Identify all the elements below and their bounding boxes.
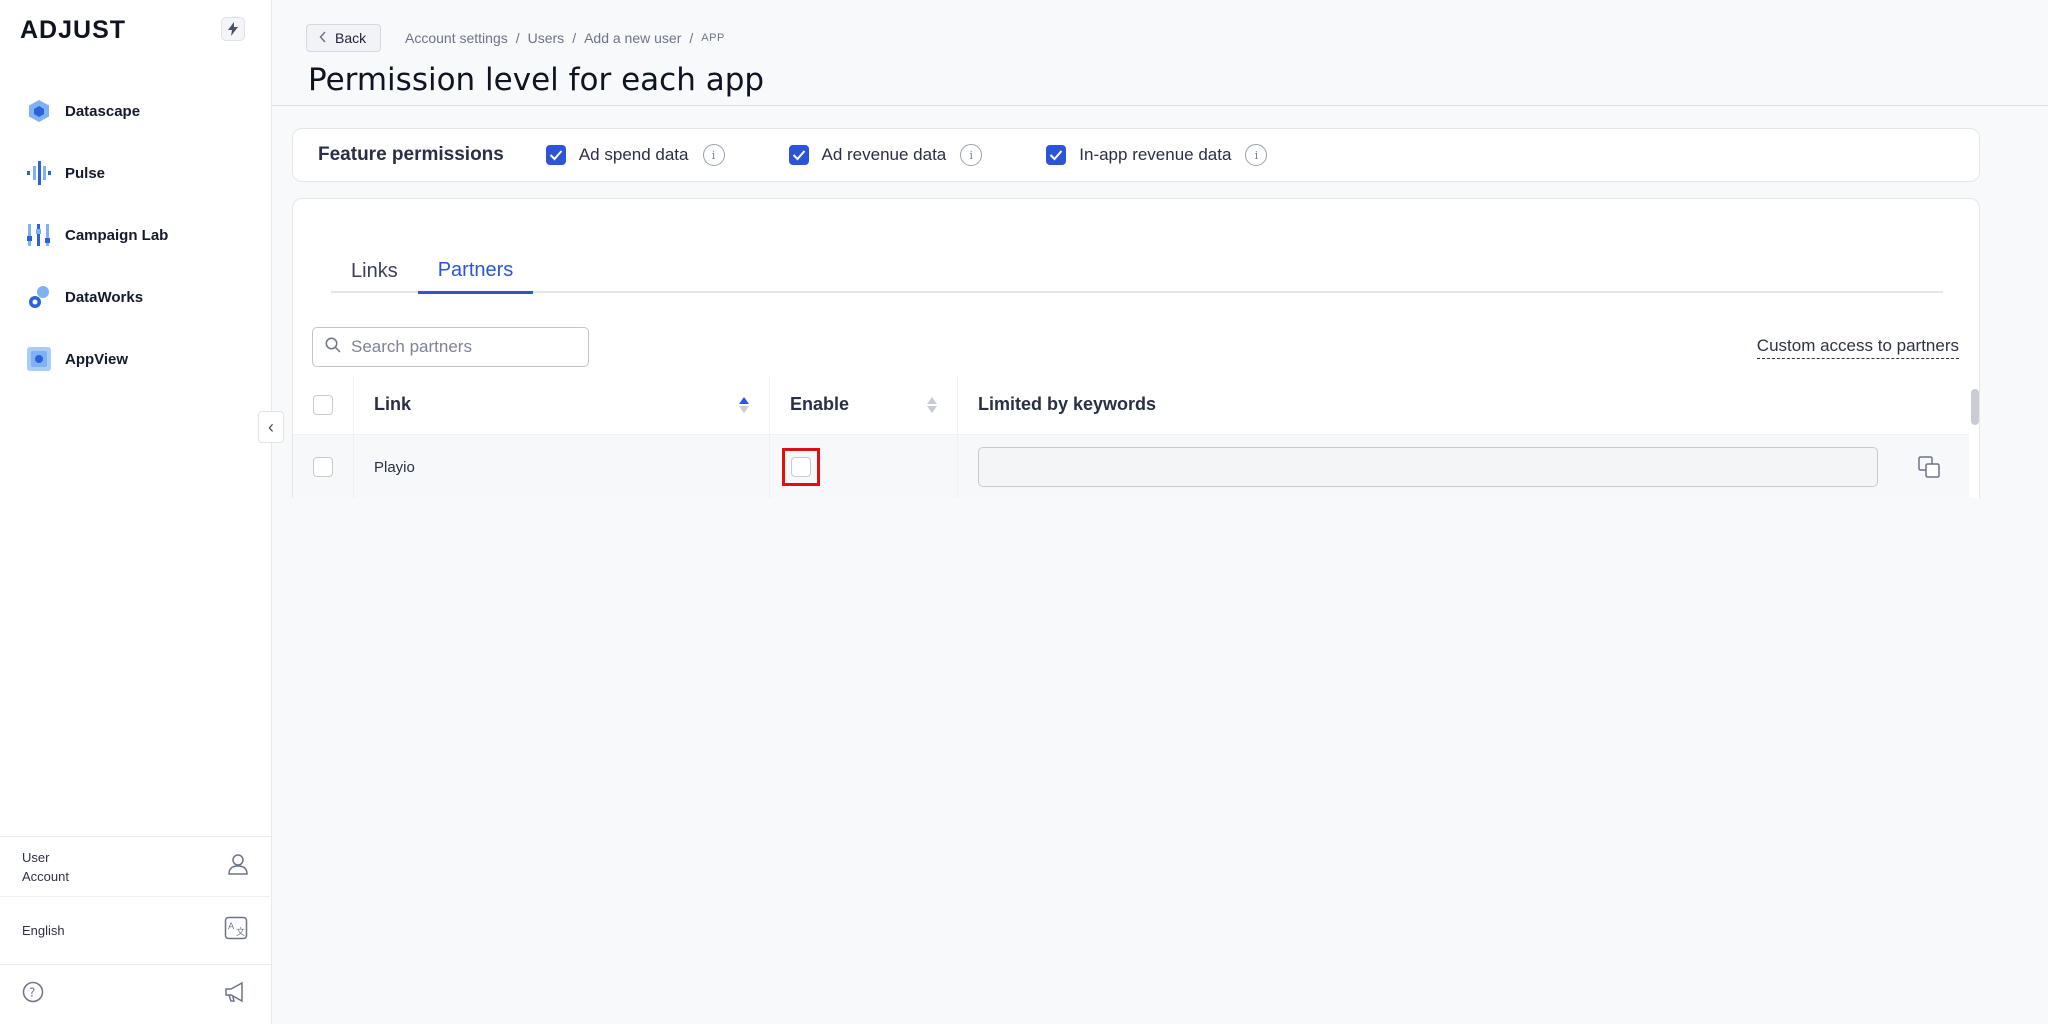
- breadcrumb-users[interactable]: Users: [528, 30, 565, 46]
- breadcrumb: Account settings / Users / Add a new use…: [405, 30, 725, 46]
- ad-spend-checkbox[interactable]: [545, 145, 566, 165]
- table-row: Playio: [293, 435, 1969, 498]
- sidebar-item-datascape[interactable]: Datascape: [0, 80, 272, 142]
- partner-name: Playio: [374, 458, 415, 476]
- sort-icon[interactable]: [739, 396, 749, 413]
- sidebar-item-appview[interactable]: AppView: [0, 328, 272, 390]
- breadcrumb-separator: /: [572, 30, 577, 46]
- column-enable[interactable]: Enable: [770, 375, 958, 434]
- table-header: Link Enable Limited by keywords: [293, 375, 1969, 435]
- user-account-menu[interactable]: User Account: [0, 836, 272, 896]
- sidebar-nav: Datascape Pulse Campaign Lab DataWorks A…: [0, 80, 272, 390]
- select-all-cell: [293, 375, 354, 434]
- sidebar-footer: User Account English A文 ?: [0, 836, 272, 1024]
- account-label: Account: [22, 868, 69, 884]
- enable-checkbox-highlight: [782, 448, 820, 486]
- copy-icon[interactable]: [1916, 454, 1942, 480]
- tab-partners[interactable]: Partners: [417, 249, 534, 294]
- collapse-sidebar-button[interactable]: ‹: [258, 411, 284, 443]
- feature-permissions-title: Feature permissions: [318, 144, 504, 165]
- user-icon: [228, 853, 248, 880]
- sidebar: ADJUST Datascape Pulse Campaign Lab Data…: [0, 0, 272, 1024]
- sidebar-item-label: Datascape: [65, 102, 141, 120]
- back-button[interactable]: Back: [306, 24, 382, 52]
- campaign-lab-icon: [26, 222, 52, 248]
- appview-icon: [26, 346, 52, 372]
- sidebar-item-dataworks[interactable]: DataWorks: [0, 266, 272, 328]
- info-icon[interactable]: i: [702, 144, 725, 166]
- ad-spend-label: Ad spend data: [578, 145, 689, 164]
- column-enable-label: Enable: [790, 394, 850, 414]
- feature-permissions-card: Feature permissions Ad spend data i Ad r…: [292, 128, 1980, 182]
- sidebar-item-label: Campaign Lab: [65, 226, 169, 244]
- sidebar-item-pulse[interactable]: Pulse: [0, 142, 272, 204]
- row-enable-cell: [770, 435, 958, 498]
- breadcrumb-app: APP: [701, 32, 725, 44]
- search-input[interactable]: [351, 337, 571, 357]
- custom-access-link[interactable]: Custom access to partners: [1756, 336, 1959, 359]
- row-select-checkbox[interactable]: [313, 457, 333, 477]
- page-header: Back Account settings / Users / Add a ne…: [272, 0, 2048, 106]
- user-account-text: User Account: [22, 848, 69, 886]
- svg-text:文: 文: [236, 926, 245, 938]
- sort-icon[interactable]: [927, 396, 937, 413]
- datascape-icon: [26, 98, 52, 124]
- adjust-logo[interactable]: ADJUST: [20, 16, 126, 45]
- column-keywords-label: Limited by keywords: [978, 394, 1157, 414]
- sidebar-footer-actions: ?: [0, 964, 272, 1024]
- row-link-cell: Playio: [354, 435, 770, 498]
- pulse-icon: [26, 160, 52, 186]
- bolt-icon[interactable]: [221, 17, 245, 41]
- dataworks-icon: [26, 284, 52, 310]
- search-box: [312, 327, 589, 367]
- svg-text:?: ?: [29, 986, 35, 1000]
- breadcrumb-account-settings[interactable]: Account settings: [405, 30, 508, 46]
- sidebar-item-label: Pulse: [65, 164, 106, 182]
- search-icon: [325, 337, 341, 358]
- breadcrumb-add-user[interactable]: Add a new user: [584, 30, 681, 46]
- permission-in-app-revenue: In-app revenue data i: [1046, 144, 1268, 166]
- translate-icon: A文: [224, 916, 248, 945]
- sidebar-item-label: DataWorks: [65, 288, 144, 306]
- keywords-input[interactable]: [978, 447, 1878, 487]
- permission-ad-spend: Ad spend data i: [545, 144, 725, 166]
- column-link-label: Link: [374, 394, 412, 414]
- tab-links[interactable]: Links: [331, 249, 418, 293]
- help-icon[interactable]: ?: [22, 981, 44, 1008]
- column-keywords: Limited by keywords: [958, 375, 1969, 434]
- language-label: English: [22, 923, 65, 938]
- enable-checkbox[interactable]: [791, 457, 811, 477]
- user-label: User: [22, 849, 50, 865]
- language-selector[interactable]: English A文: [0, 896, 272, 964]
- chevron-left-icon: ‹: [268, 416, 274, 437]
- in-app-revenue-checkbox[interactable]: [1046, 145, 1067, 165]
- row-select-cell: [293, 435, 354, 498]
- sidebar-item-label: AppView: [65, 350, 129, 368]
- chevron-left-icon: [319, 30, 327, 46]
- sidebar-item-campaign-lab[interactable]: Campaign Lab: [0, 204, 272, 266]
- partners-card: Links Partners Custom access to partners…: [292, 198, 1980, 498]
- ad-revenue-checkbox[interactable]: [788, 145, 809, 165]
- column-link[interactable]: Link: [354, 375, 770, 434]
- ad-revenue-label: Ad revenue data: [821, 145, 947, 164]
- permission-ad-revenue: Ad revenue data i: [788, 144, 983, 166]
- megaphone-icon[interactable]: [224, 981, 248, 1008]
- in-app-revenue-label: In-app revenue data: [1079, 145, 1232, 164]
- info-icon[interactable]: i: [1245, 144, 1268, 166]
- select-all-checkbox[interactable]: [313, 394, 333, 415]
- svg-text:A: A: [228, 922, 235, 932]
- breadcrumb-separator: /: [689, 30, 694, 46]
- back-label: Back: [335, 30, 367, 46]
- page-title: Permission level for each app: [308, 62, 765, 98]
- tab-bar: Links Partners: [331, 249, 1943, 294]
- row-keywords-cell: [958, 435, 1969, 498]
- table-scrollbar[interactable]: [1971, 389, 1979, 425]
- breadcrumb-separator: /: [515, 30, 520, 46]
- info-icon[interactable]: i: [960, 144, 983, 166]
